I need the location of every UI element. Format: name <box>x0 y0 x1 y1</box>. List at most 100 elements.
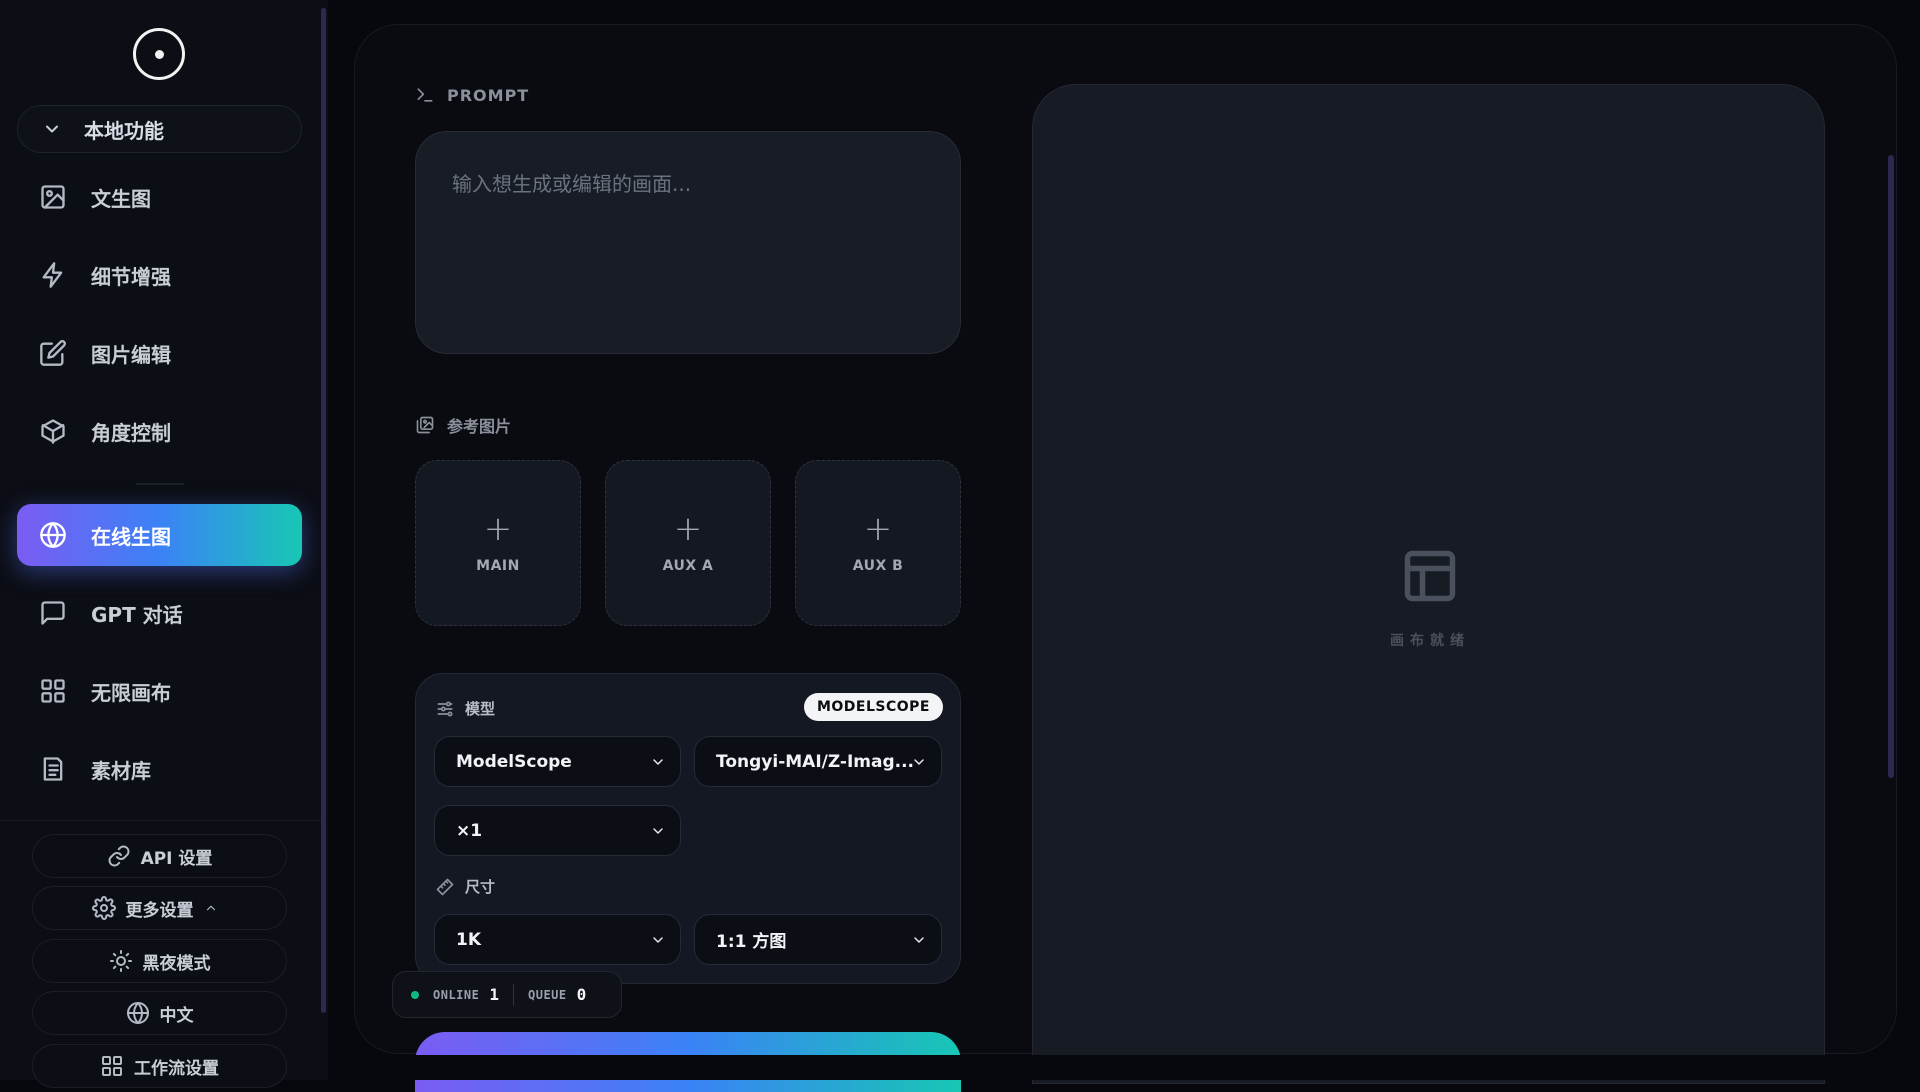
prompt-title: PROMPT <box>447 85 530 105</box>
chevron-down-icon <box>46 125 58 133</box>
count-select[interactable]: ×1 <box>434 805 681 856</box>
chat-icon <box>41 601 65 625</box>
nav-image-edit[interactable]: 图片编辑 <box>17 322 302 384</box>
prompt-section-title: PROMPT <box>415 85 529 105</box>
online-count: 1 <box>489 985 499 1004</box>
nav-gpt-chat[interactable]: GPT 对话 <box>17 582 302 644</box>
terminal-icon <box>417 88 433 102</box>
sidebar: 本地功能 文生图 细节增强 图片编辑 角度控制 在线生图 GPT 对话 无限画布… <box>0 0 328 1088</box>
count-value: ×1 <box>456 820 483 841</box>
nav-asset-library[interactable]: 素材库 <box>17 738 302 800</box>
divider <box>0 820 322 821</box>
slot-label: MAIN <box>476 558 520 574</box>
api-settings-label: API 设置 <box>140 848 213 869</box>
provider-badge: MODELSCOPE <box>803 693 943 721</box>
nav-text-to-image[interactable]: 文生图 <box>17 166 302 228</box>
nav-label: 无限画布 <box>91 680 171 705</box>
more-settings-button[interactable]: 更多设置 <box>32 886 287 930</box>
upload-slot-aux-a[interactable]: + AUX A <box>605 460 771 626</box>
divider <box>136 483 184 485</box>
chevron-down-icon <box>653 937 663 943</box>
queue-count: 0 <box>576 985 587 1004</box>
canvas-empty-state: 画布就绪 <box>1380 546 1480 650</box>
main-scrollbar[interactable] <box>1888 155 1894 778</box>
group-label: 本地功能 <box>84 118 164 143</box>
library-icon <box>43 757 63 781</box>
slot-label: AUX B <box>852 558 904 574</box>
chevron-down-icon <box>653 828 663 834</box>
ruler-icon <box>436 878 454 895</box>
nav-infinite-canvas[interactable]: 无限画布 <box>17 660 302 722</box>
model-select[interactable]: Tongyi-MAI/Z-Imag... <box>694 736 942 787</box>
link-icon <box>108 845 130 867</box>
plus-icon: + <box>863 509 893 549</box>
image-icon <box>41 185 65 209</box>
nav-label: 角度控制 <box>91 420 171 445</box>
language-button[interactable]: 中文 <box>32 991 287 1035</box>
nav-detail-enhance[interactable]: 细节增强 <box>17 244 302 306</box>
nav-online-generate[interactable]: 在线生图 <box>17 504 302 566</box>
bottom-edge <box>354 1055 1920 1080</box>
divider <box>513 983 514 1006</box>
edit-icon <box>40 340 66 366</box>
grid-icon <box>102 1056 122 1076</box>
api-settings-button[interactable]: API 设置 <box>32 834 287 878</box>
resolution-select[interactable]: 1K <box>434 914 681 965</box>
model-value: Tongyi-MAI/Z-Imag... <box>716 751 914 772</box>
more-settings-label: 更多设置 <box>125 900 194 921</box>
layout-icon <box>1404 550 1456 602</box>
aspect-select[interactable]: 1:1 方图 <box>694 914 942 965</box>
reference-title: 参考图片 <box>447 417 512 436</box>
nav-label: 文生图 <box>91 186 151 211</box>
provider-value: ModelScope <box>456 751 572 772</box>
zap-icon <box>42 262 63 288</box>
dark-mode-toggle[interactable]: 黑夜模式 <box>32 939 287 983</box>
queue-label: QUEUE <box>528 987 567 1002</box>
cube-icon <box>41 419 65 444</box>
resolution-value: 1K <box>456 929 482 950</box>
online-dot <box>411 990 419 999</box>
language-label: 中文 <box>159 1005 194 1026</box>
chevron-down-icon <box>653 759 663 765</box>
chevron-down-icon <box>914 937 924 943</box>
nav-label: 图片编辑 <box>91 342 171 367</box>
model-title: 模型 <box>465 700 496 718</box>
logo[interactable] <box>133 28 185 80</box>
status-indicator: ONLINE 1 QUEUE 0 <box>392 971 622 1018</box>
chevron-down-icon <box>914 759 924 765</box>
nav-label: GPT 对话 <box>91 602 183 627</box>
canvas-status-text: 画布就绪 <box>1390 633 1470 649</box>
workflow-settings-label: 工作流设置 <box>134 1058 219 1079</box>
upload-slot-aux-b[interactable]: + AUX B <box>795 460 961 626</box>
nav-label: 素材库 <box>91 758 151 783</box>
grid-icon <box>41 679 65 703</box>
provider-select[interactable]: ModelScope <box>434 736 681 787</box>
chevron-up-icon <box>206 905 215 911</box>
plus-icon: + <box>483 509 513 549</box>
sidebar-scrollbar[interactable] <box>321 8 326 1013</box>
globe-icon <box>126 1002 149 1024</box>
nav-label: 在线生图 <box>91 524 171 549</box>
nav-label: 细节增强 <box>91 264 171 289</box>
local-features-toggle[interactable]: 本地功能 <box>17 105 302 153</box>
reference-section-title: 参考图片 <box>415 413 511 437</box>
size-section-title: 尺寸 <box>435 876 495 897</box>
aspect-value: 1:1 方图 <box>716 932 787 952</box>
workflow-settings-button[interactable]: 工作流设置 <box>32 1044 287 1088</box>
plus-icon: + <box>673 509 703 549</box>
prompt-input-box[interactable] <box>415 131 961 354</box>
upload-slot-main[interactable]: + MAIN <box>415 460 581 626</box>
model-section-title: 模型 <box>435 698 495 719</box>
sliders-icon <box>437 701 453 716</box>
nav-angle-control[interactable]: 角度控制 <box>17 400 302 462</box>
sun-icon <box>109 950 132 972</box>
prompt-input[interactable] <box>416 132 960 353</box>
globe-icon <box>40 522 66 548</box>
images-icon <box>416 416 434 434</box>
model-settings-card: 模型 MODELSCOPE ModelScope Tongyi-MAI/Z-Im… <box>415 673 961 984</box>
online-label: ONLINE <box>433 987 480 1002</box>
slot-label: AUX A <box>662 558 714 574</box>
dark-mode-label: 黑夜模式 <box>142 953 211 974</box>
size-title: 尺寸 <box>465 878 496 896</box>
gear-icon <box>91 896 116 920</box>
